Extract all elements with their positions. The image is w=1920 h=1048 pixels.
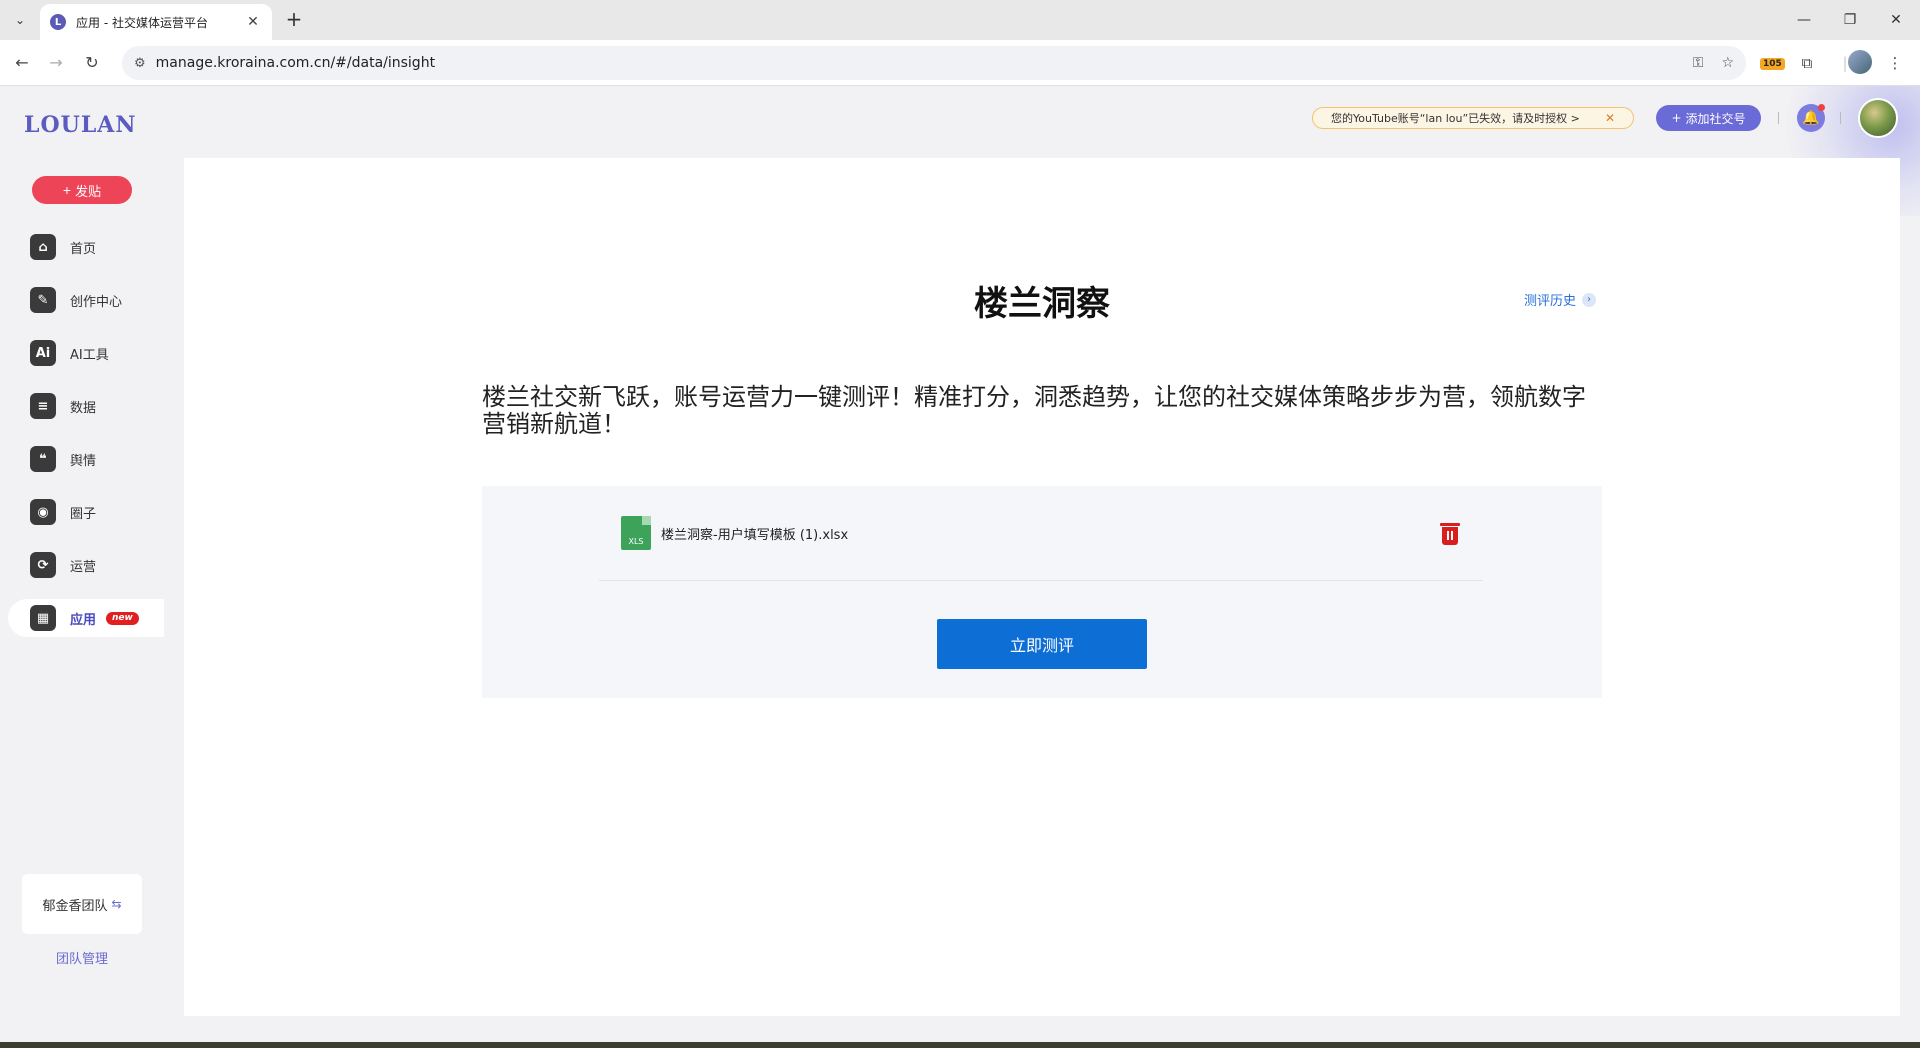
user-avatar[interactable] (1858, 98, 1898, 138)
main-content: 楼兰洞察 测评历史 › 楼兰社交新飞跃，账号运营力一键测评！精准打分，洞悉趋势，… (184, 158, 1900, 1016)
notice-close-icon[interactable]: ✕ (1605, 111, 1615, 125)
browser-profile-avatar[interactable] (1848, 50, 1872, 74)
sidebar-item-label: 圈子 (70, 506, 97, 522)
browser-menu-icon[interactable]: ⋮ (1882, 50, 1908, 76)
post-button-label: 发贴 (75, 183, 102, 199)
app-logo[interactable]: LOULAN (24, 112, 136, 138)
os-taskbar (0, 1042, 1920, 1048)
new-badge: new (106, 611, 139, 625)
browser-toolbar: ← → ↻ ⚙ manage.kroraina.com.cn/#/data/in… (0, 40, 1920, 86)
notification-dot (1818, 104, 1825, 111)
upload-panel: XLS 楼兰洞察-用户填写模板 (1).xlsx 立即测评 (482, 486, 1602, 698)
ai-icon: Ai (30, 340, 56, 366)
account-expired-notice[interactable]: 您的YouTube账号“lan lou”已失效，请及时授权 > ✕ (1312, 107, 1634, 129)
uploaded-file-row: XLS 楼兰洞察-用户填写模板 (1).xlsx (599, 486, 1483, 581)
sidebar-item-label: 数据 (70, 400, 97, 416)
sidebar-item-label: 首页 (70, 241, 97, 257)
page-title: 楼兰洞察 (974, 284, 1110, 324)
sidebar-item-home[interactable]: ⌂ 首页 (0, 228, 164, 266)
new-tab-plus-icon[interactable]: + (282, 8, 306, 32)
evaluate-now-button[interactable]: 立即测评 (937, 619, 1147, 669)
team-switcher[interactable]: 郁金香团队 ⇆ (22, 874, 142, 934)
sidebar-item-creation[interactable]: ✎ 创作中心 (0, 281, 164, 319)
page-description: 楼兰社交新飞跃，账号运营力一键测评！精准打分，洞悉趋势，让您的社交媒体策略步步为… (482, 383, 1586, 438)
key-icon[interactable]: ⚿ (1693, 55, 1704, 71)
quote-icon: ❝ (30, 446, 56, 472)
sidebar-item-apps[interactable]: ▦ 应用 new (8, 599, 164, 637)
sidebar-item-label: 创作中心 (70, 294, 123, 310)
sidebar-item-ai-tools[interactable]: Ai AI工具 (0, 334, 164, 372)
apps-icon: ▦ (30, 605, 56, 631)
sidebar-item-data[interactable]: ≡ 数据 (0, 387, 164, 425)
compass-icon: ◉ (30, 499, 56, 525)
palette-icon: ✎ (30, 287, 56, 313)
sidebar-item-label: AI工具 (70, 347, 109, 363)
extension-badge: 105 (1760, 58, 1785, 70)
sidebar-item-operations[interactable]: ⟳ 运营 (0, 546, 164, 584)
sidebar-menu: ⌂ 首页 ✎ 创作中心 Ai AI工具 ≡ 数据 ❝ 舆情 ◉ 圈子 ⟳ 运营 … (0, 228, 164, 652)
header-divider (1778, 112, 1779, 124)
sidebar: LOULAN + 发贴 ⌂ 首页 ✎ 创作中心 Ai AI工具 ≡ 数据 ❝ 舆… (0, 86, 164, 1042)
file-name: 楼兰洞察-用户填写模板 (1).xlsx (661, 527, 849, 543)
header-divider (1840, 112, 1841, 124)
extensions-puzzle-icon[interactable]: ⧉ (1794, 50, 1820, 76)
xls-file-icon: XLS (621, 516, 651, 550)
team-management-link[interactable]: 团队管理 (22, 948, 142, 967)
database-icon: ≡ (30, 393, 56, 419)
minimize-icon[interactable]: — (1782, 6, 1826, 34)
window-close-icon[interactable]: ✕ (1874, 6, 1918, 34)
evaluation-history-link[interactable]: 测评历史 › (1524, 290, 1597, 309)
network-icon: ⟳ (30, 552, 56, 578)
add-social-account-button[interactable]: + 添加社交号 (1656, 105, 1761, 131)
browser-tabbar: ⌄ L 应用 - 社交媒体运营平台 ✕ + — ❐ ✕ (0, 0, 1920, 40)
plus-icon: + (1671, 111, 1682, 125)
sidebar-item-label: 应用 (70, 612, 97, 628)
sidebar-item-label: 舆情 (70, 453, 97, 469)
sidebar-item-label: 运营 (70, 559, 97, 575)
notice-text: 您的YouTube账号“lan lou”已失效，请及时授权 > (1331, 112, 1580, 125)
back-arrow-icon[interactable]: ← (8, 49, 36, 77)
tab-favicon-icon: L (50, 14, 66, 30)
swap-icon: ⇆ (111, 897, 122, 911)
plus-icon: + (62, 182, 72, 198)
browser-tab-active[interactable]: L 应用 - 社交媒体运营平台 ✕ (40, 4, 272, 40)
sidebar-item-opinion[interactable]: ❝ 舆情 (0, 440, 164, 478)
add-account-label: 添加社交号 (1685, 111, 1746, 126)
delete-trash-icon[interactable] (1439, 521, 1461, 545)
tab-title: 应用 - 社交媒体运营平台 (76, 15, 208, 30)
bookmark-star-icon[interactable]: ☆ (1721, 55, 1734, 71)
tab-search-dropdown-icon[interactable]: ⌄ (8, 8, 32, 32)
post-button[interactable]: + 发贴 (32, 176, 132, 204)
team-name: 郁金香团队 (42, 898, 108, 914)
forward-arrow-icon[interactable]: → (42, 49, 70, 77)
chevron-right-icon: › (1582, 292, 1597, 307)
history-link-label: 测评历史 (1524, 294, 1577, 309)
app-root: LOULAN + 发贴 ⌂ 首页 ✎ 创作中心 Ai AI工具 ≡ 数据 ❝ 舆… (0, 86, 1920, 1042)
tab-close-icon[interactable]: ✕ (244, 14, 262, 30)
url-text[interactable]: manage.kroraina.com.cn/#/data/insight (156, 55, 1675, 71)
sidebar-item-circles[interactable]: ◉ 圈子 (0, 493, 164, 531)
reload-icon[interactable]: ↻ (78, 49, 106, 77)
site-settings-icon[interactable]: ⚙ (134, 56, 146, 71)
address-bar[interactable]: ⚙ manage.kroraina.com.cn/#/data/insight … (122, 46, 1746, 80)
restore-icon[interactable]: ❐ (1828, 6, 1872, 34)
home-icon: ⌂ (30, 234, 56, 260)
